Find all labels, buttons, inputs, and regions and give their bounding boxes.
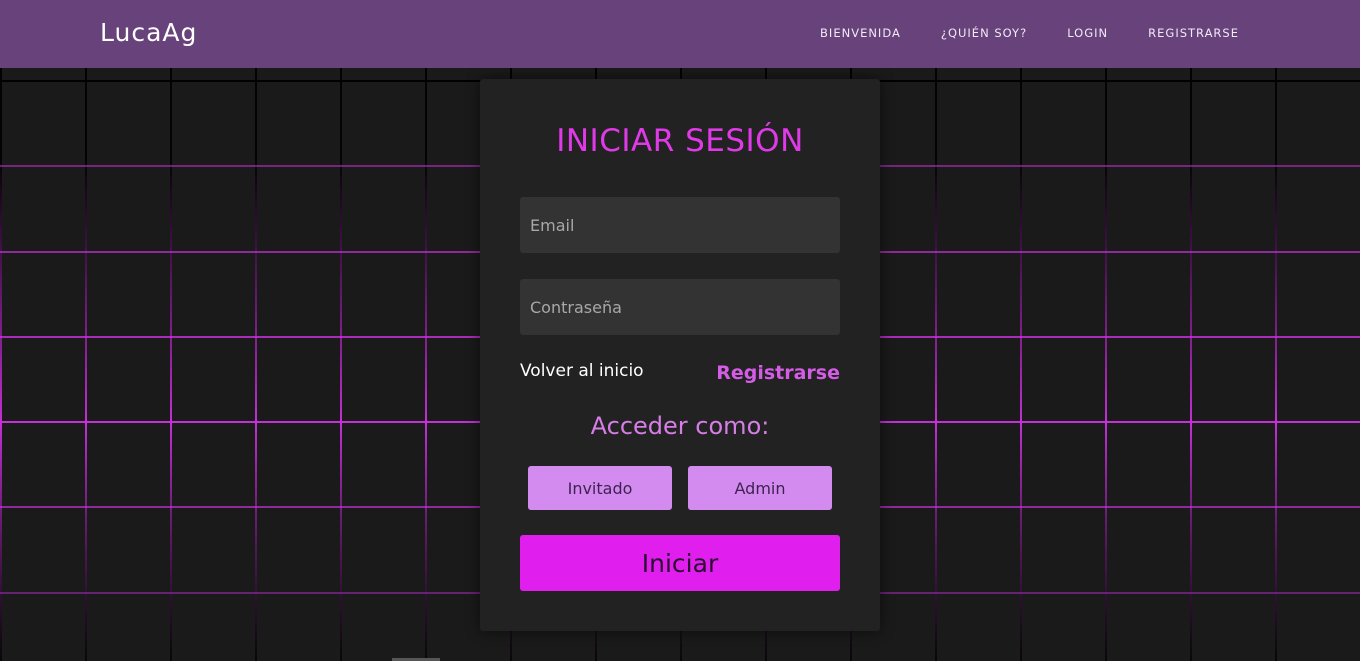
link-row: Volver al inicio Registrarse (520, 361, 840, 385)
login-submit-button[interactable]: Iniciar (520, 535, 840, 591)
admin-button[interactable]: Admin (688, 466, 832, 510)
grid-vertical-line (340, 68, 342, 661)
register-link[interactable]: Registrarse (716, 362, 840, 384)
grid-vertical-line (935, 68, 937, 661)
password-field[interactable] (520, 279, 840, 335)
grid-vertical-line (85, 68, 87, 661)
top-navbar: LucaAg BIENVENIDA ¿QUIÉN SOY? LOGIN REGI… (0, 0, 1360, 68)
grid-vertical-line (170, 68, 172, 661)
nav-link-registrarse[interactable]: REGISTRARSE (1148, 26, 1239, 40)
email-field[interactable] (520, 197, 840, 253)
login-title: INICIAR SESIÓN (556, 123, 804, 159)
access-as-label: Acceder como: (590, 412, 770, 440)
brand-logo[interactable]: LucaAg (100, 18, 197, 47)
nav-link-bienvenida[interactable]: BIENVENIDA (820, 26, 901, 40)
back-home-link[interactable]: Volver al inicio (520, 361, 644, 381)
grid-vertical-line (1020, 68, 1022, 661)
nav-link-quien-soy[interactable]: ¿QUIÉN SOY? (941, 26, 1027, 40)
grid-vertical-line (425, 68, 427, 661)
nav-links: BIENVENIDA ¿QUIÉN SOY? LOGIN REGISTRARSE (780, 26, 1239, 40)
grid-vertical-line (255, 68, 257, 661)
grid-vertical-line (1190, 68, 1192, 661)
grid-vertical-line (0, 68, 2, 661)
guest-button[interactable]: Invitado (528, 466, 672, 510)
grid-vertical-line (1105, 68, 1107, 661)
grid-vertical-line (1275, 68, 1277, 661)
nav-link-login[interactable]: LOGIN (1067, 26, 1108, 40)
login-card: INICIAR SESIÓN Volver al inicio Registra… (480, 79, 880, 631)
